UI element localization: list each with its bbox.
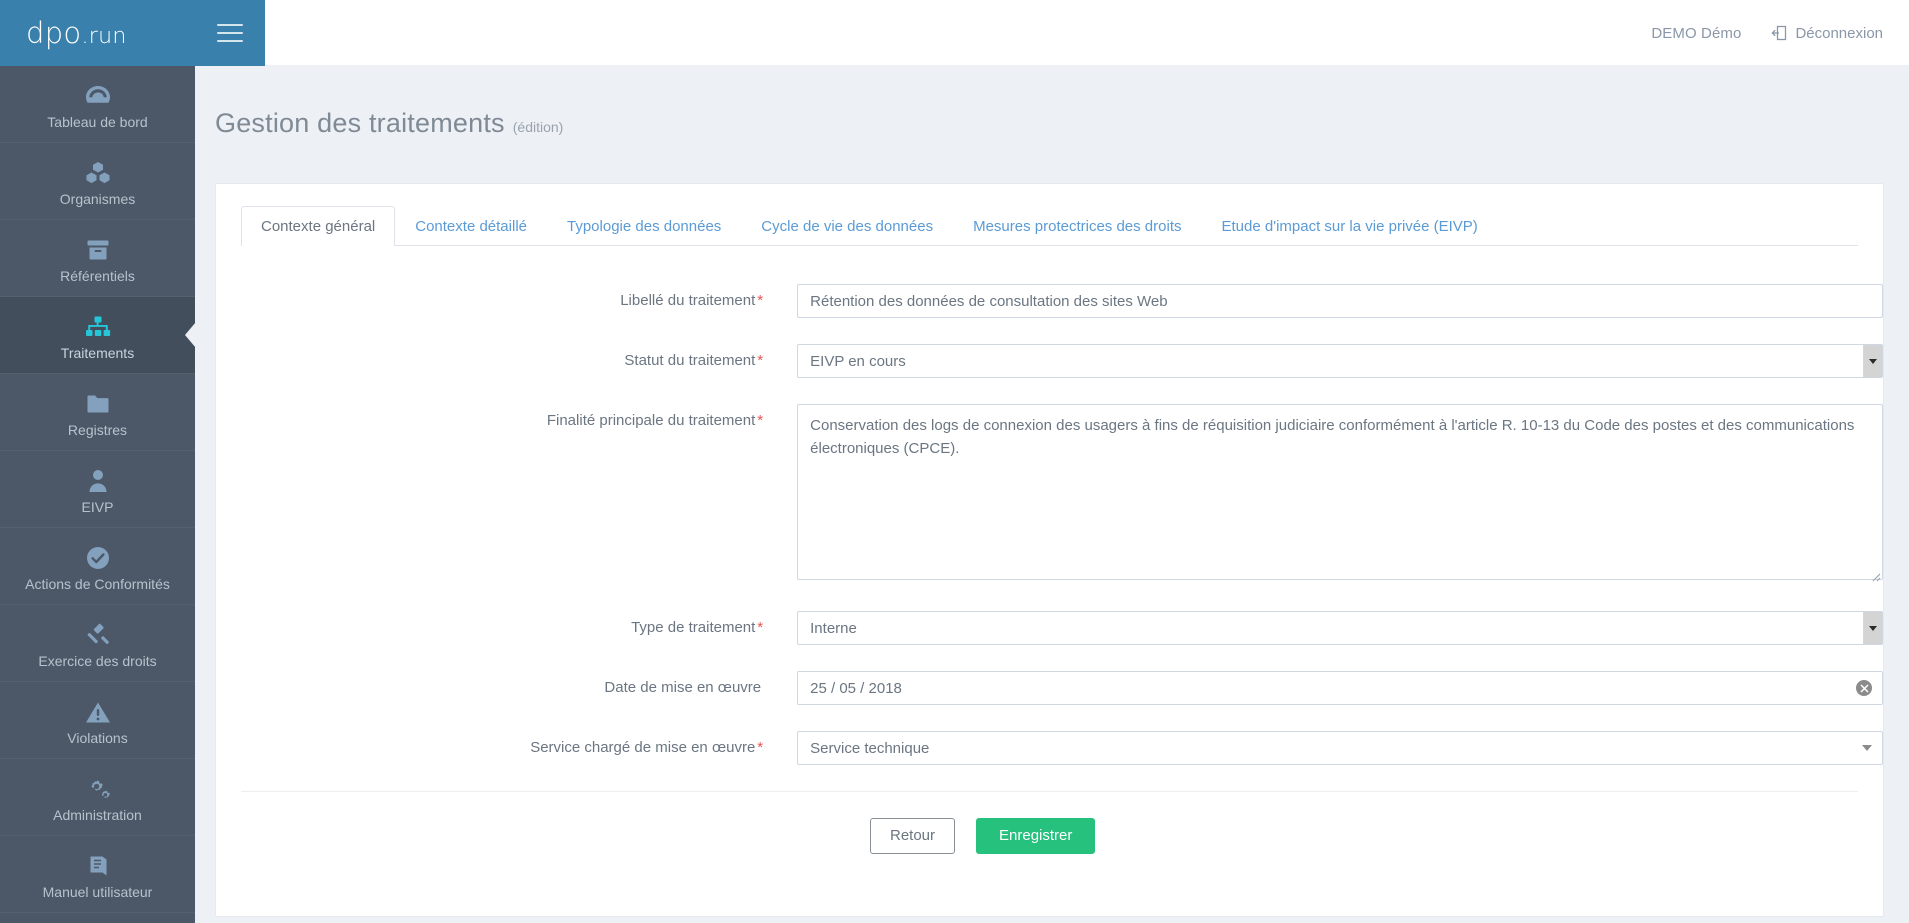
statut-label: Statut du traitement * xyxy=(624,352,764,370)
sidebar-item-label: Référentiels xyxy=(60,268,135,284)
libelle-input[interactable] xyxy=(797,284,1883,319)
page-subtitle: (édition) xyxy=(512,119,564,136)
tab-bar: Contexte général Contexte détaillé Typol… xyxy=(241,206,1858,247)
main-content: Gestion des traitements (édition) Contex… xyxy=(195,66,1909,923)
page-header: Gestion des traitements (édition) xyxy=(195,66,1909,155)
logout-label: Déconnexion xyxy=(1795,24,1883,42)
date-value: 25 / 05 / 2018 xyxy=(810,679,902,697)
sidebar-item-exercice-des-droits[interactable]: Exercice des droits xyxy=(0,605,195,682)
sidebar-item-tableau-de-bord[interactable]: Tableau de bord xyxy=(0,66,195,143)
app-root: dpo.run DEMO Démo Déconnexion Tableau de… xyxy=(0,0,1909,923)
sidebar-item-registres[interactable]: Registres xyxy=(0,374,195,451)
sidebar-item-organismes[interactable]: Organismes xyxy=(0,143,195,220)
folder-icon xyxy=(86,391,110,417)
field-row-finalite: Finalité principale du traitement * Conse… xyxy=(216,404,1883,585)
type-select[interactable]: Interne xyxy=(797,611,1883,646)
statut-select[interactable]: EIVP en cours xyxy=(797,344,1883,379)
form-actions: Retour Enregistrer xyxy=(836,792,1883,855)
clear-circle-icon[interactable] xyxy=(1856,680,1872,697)
tab-cycle-de-vie-des-donnees[interactable]: Cycle de vie des données xyxy=(741,206,953,246)
user-icon xyxy=(88,468,108,494)
sidebar-item-label: Tableau de bord xyxy=(47,114,148,130)
field-row-type: Type de traitement * Interne xyxy=(216,611,1883,646)
page-title: Gestion des traitements xyxy=(215,108,505,139)
gavel-icon xyxy=(85,622,111,648)
tab-mesures-protectrices-des-droits[interactable]: Mesures protectrices des droits xyxy=(953,206,1201,246)
warning-icon xyxy=(85,699,111,725)
field-row-statut: Statut du traitement * EIVP en cours xyxy=(216,344,1883,379)
required-marker: * xyxy=(757,292,764,310)
required-marker: * xyxy=(757,739,764,757)
sidebar-item-label: Manuel utilisateur xyxy=(42,884,153,900)
sidebar-item-label: Administration xyxy=(53,807,142,823)
service-control: Service technique xyxy=(797,731,1883,766)
sidebar-item-label: Violations xyxy=(67,730,128,746)
sidebar-item-label: Registres xyxy=(67,422,128,438)
statut-control: EIVP en cours xyxy=(797,344,1883,379)
sidebar: Tableau de bord Organismes Référentiels … xyxy=(0,66,195,923)
sidebar-item-referentiels[interactable]: Référentiels xyxy=(0,220,195,297)
libelle-label: Libellé du traitement * xyxy=(620,292,764,310)
sidebar-item-violations[interactable]: Violations xyxy=(0,682,195,759)
field-row-date: Date de mise en œuvre 25 / 05 / 2018 xyxy=(216,671,1883,706)
chevron-down-icon xyxy=(1862,745,1872,752)
tab-contexte-detaille[interactable]: Contexte détaillé xyxy=(395,206,547,246)
sidebar-item-manuel-utilisateur[interactable]: Manuel utilisateur xyxy=(0,836,195,913)
sidebar-item-eivp[interactable]: EIVP xyxy=(0,451,195,528)
brand-logo[interactable]: dpo.run xyxy=(0,0,195,66)
tab-contexte-general[interactable]: Contexte général xyxy=(241,206,396,247)
date-label: Date de mise en œuvre xyxy=(604,679,762,697)
finalite-textarea[interactable]: Conservation des logs de connexion des u… xyxy=(797,404,1883,581)
sidebar-item-label: Organismes xyxy=(59,191,136,207)
service-select[interactable]: Service technique xyxy=(797,731,1883,766)
tab-etude-impact-vie-privee[interactable]: Etude d'impact sur la vie privée (EIVP) xyxy=(1202,206,1498,246)
sidebar-item-label: EIVP xyxy=(81,499,114,515)
sidebar-item-label: Traitements xyxy=(60,345,135,361)
book-icon xyxy=(86,853,110,879)
service-selected-value: Service technique xyxy=(810,739,930,757)
sidebar-item-traitements[interactable]: Traitements xyxy=(0,297,195,374)
service-label: Service chargé de mise en œuvre * xyxy=(530,739,764,757)
user-name-label: DEMO Démo xyxy=(1651,24,1742,42)
finalite-label: Finalité principale du traitement * xyxy=(546,412,764,430)
field-row-service: Service chargé de mise en œuvre * Service… xyxy=(216,731,1883,766)
sidebar-item-administration[interactable]: Administration xyxy=(0,759,195,836)
sidebar-item-label: Exercice des droits xyxy=(38,653,157,669)
hamburger-icon[interactable] xyxy=(217,24,243,42)
back-button[interactable]: Retour xyxy=(870,818,956,855)
brand-logo-text: dpo.run xyxy=(26,15,127,50)
type-label: Type de traitement * xyxy=(631,619,764,637)
required-marker: * xyxy=(757,352,764,370)
required-marker: * xyxy=(757,619,764,637)
field-row-libelle: Libellé du traitement * xyxy=(216,284,1883,319)
sidebar-item-label: Actions de Conformités xyxy=(25,576,170,592)
type-control: Interne xyxy=(797,611,1883,646)
libelle-control xyxy=(797,284,1883,319)
logout-icon xyxy=(1771,25,1787,41)
date-control: 25 / 05 / 2018 xyxy=(797,671,1883,706)
archive-icon xyxy=(86,237,110,263)
dashboard-icon xyxy=(85,83,111,109)
date-input[interactable]: 25 / 05 / 2018 xyxy=(797,671,1883,706)
gears-icon xyxy=(85,776,111,802)
top-bar-right: DEMO Démo Déconnexion xyxy=(1651,0,1883,66)
top-bar: dpo.run DEMO Démo Déconnexion xyxy=(0,0,1909,66)
save-button[interactable]: Enregistrer xyxy=(976,818,1096,855)
check-circle-icon xyxy=(86,545,110,571)
content-card: Contexte général Contexte détaillé Typol… xyxy=(215,183,1884,918)
tab-typologie-des-donnees[interactable]: Typologie des données xyxy=(547,206,741,246)
sidebar-item-actions-de-conformites[interactable]: Actions de Conformités xyxy=(0,528,195,605)
required-marker: * xyxy=(757,412,764,430)
menu-toggle[interactable] xyxy=(195,0,265,66)
logout-button[interactable]: Déconnexion xyxy=(1771,25,1883,42)
boxes-icon xyxy=(85,160,111,186)
finalite-control: Conservation des logs de connexion des u… xyxy=(797,404,1883,585)
sitemap-icon xyxy=(85,314,111,340)
traitement-form: Libellé du traitement* Statut du traitem… xyxy=(216,246,1883,855)
